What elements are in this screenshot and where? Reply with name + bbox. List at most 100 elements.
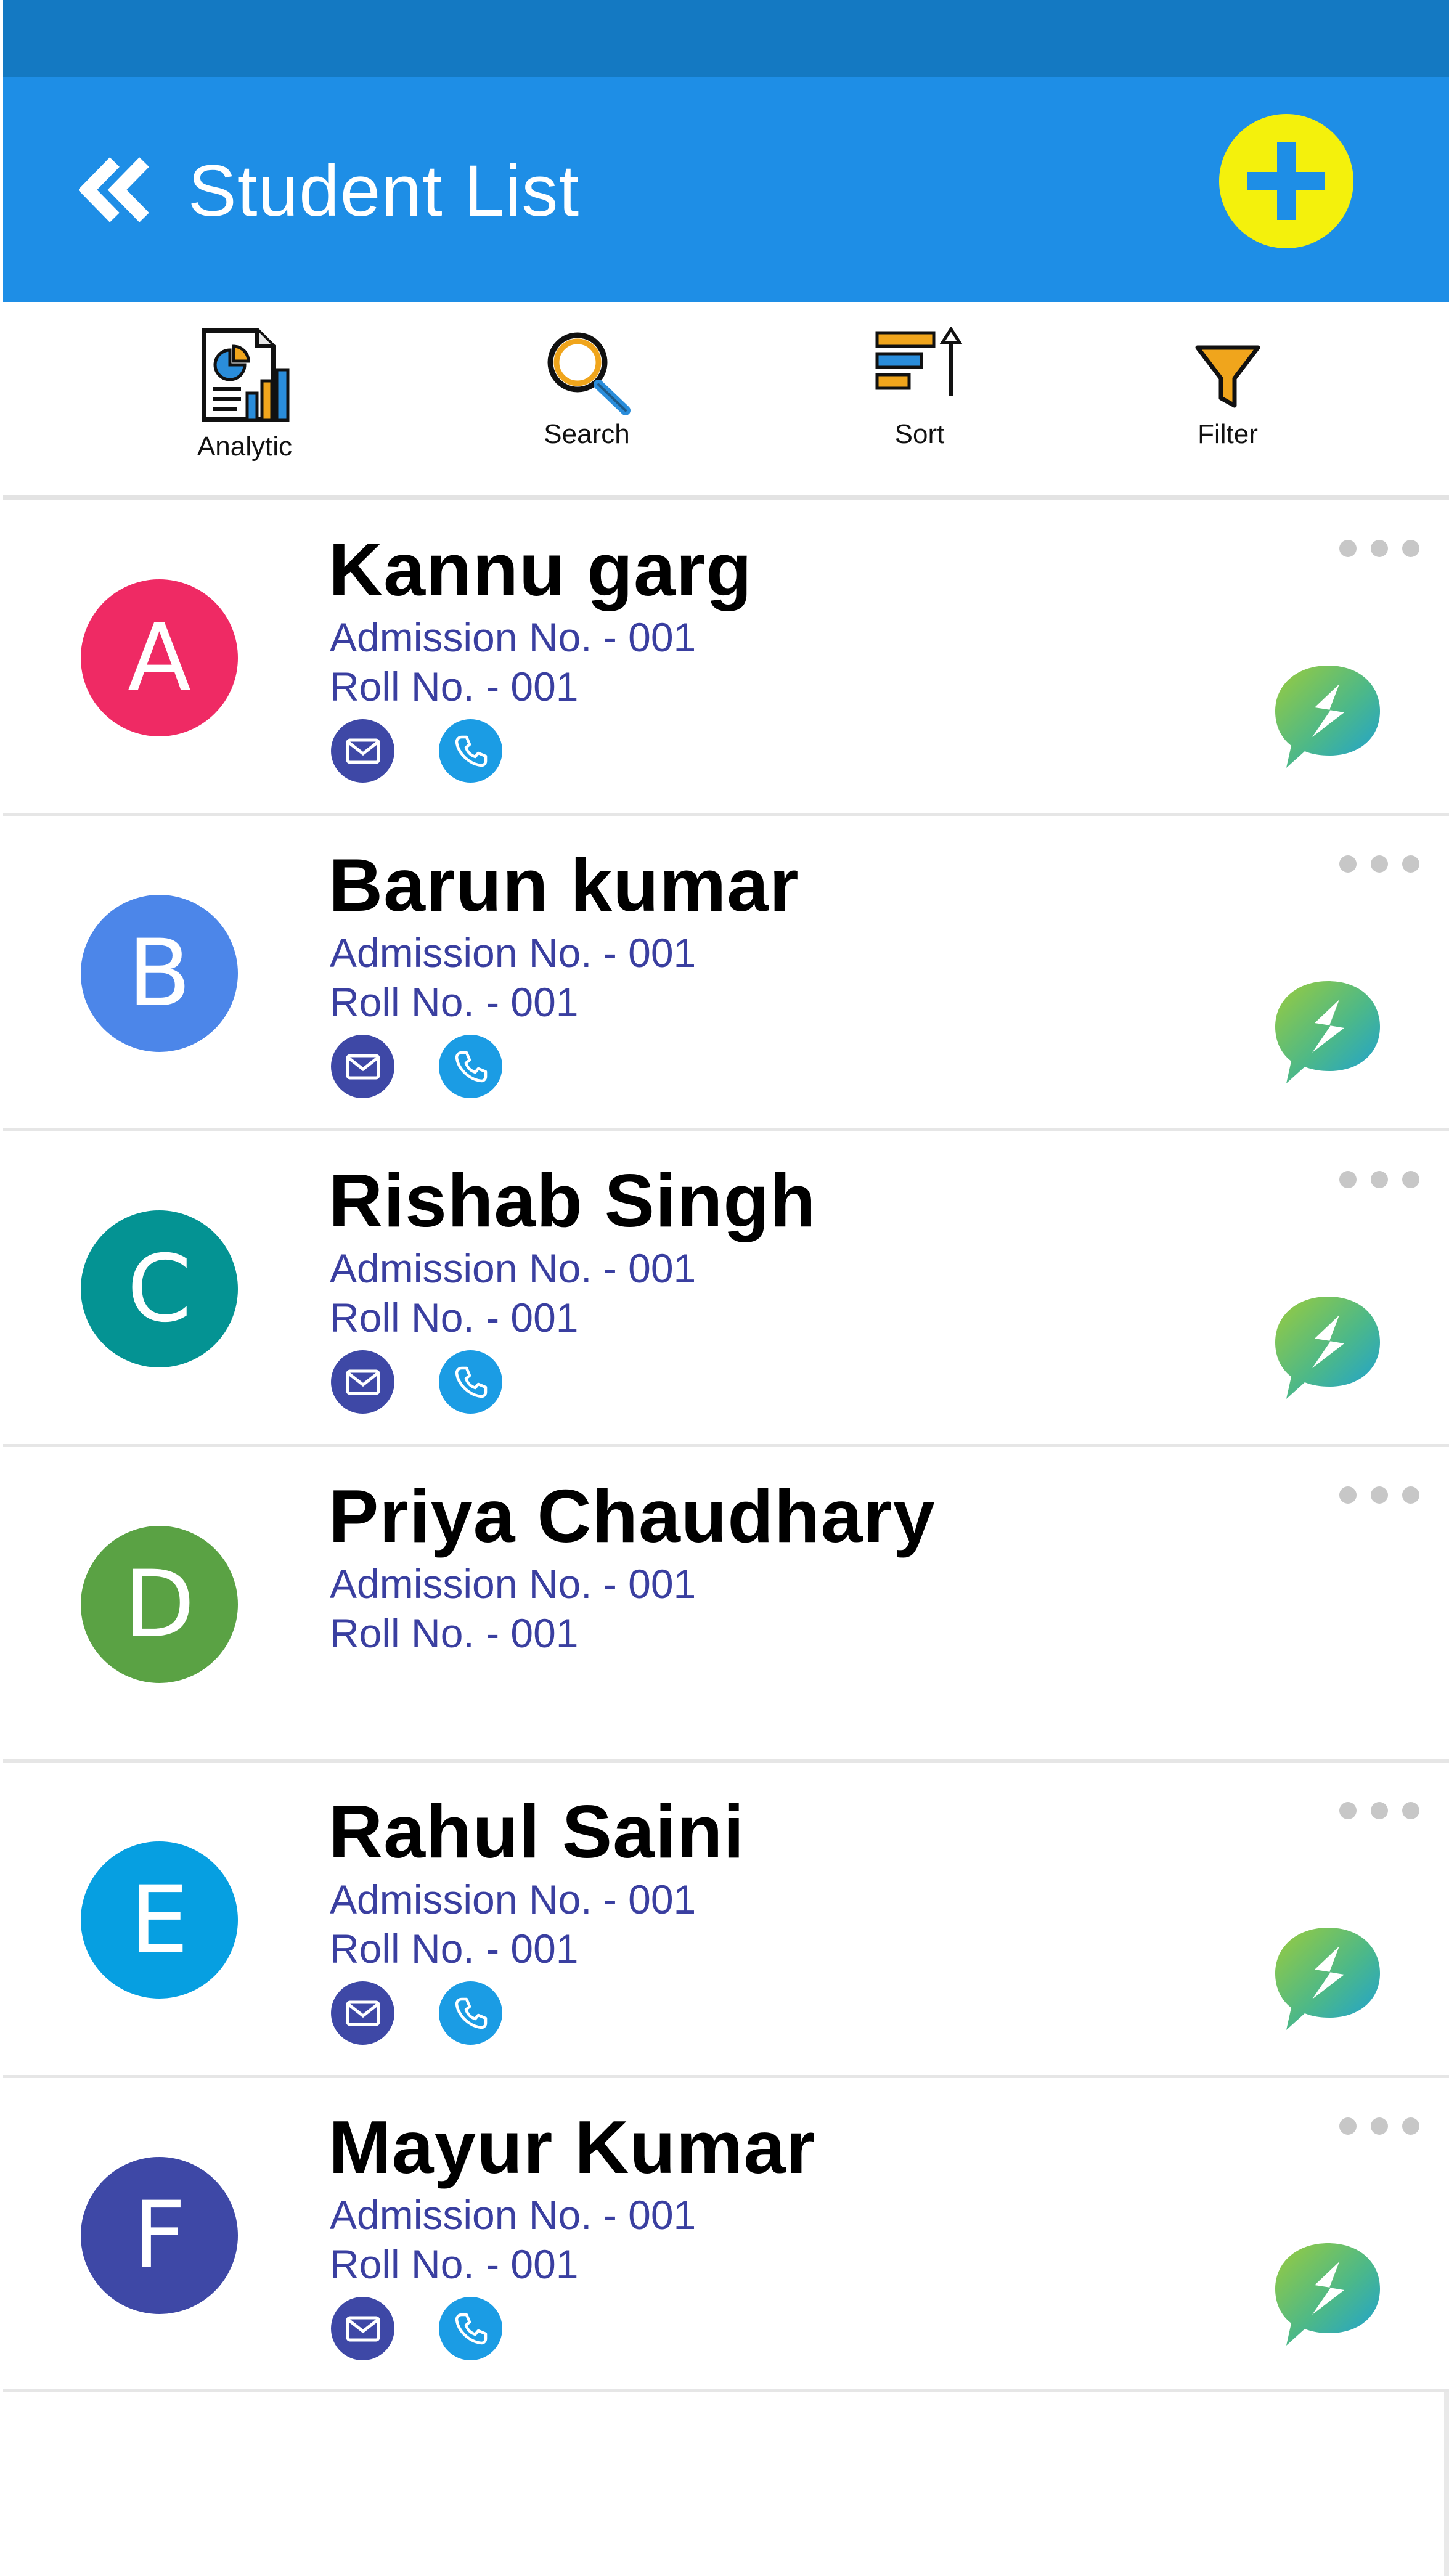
email-button[interactable] xyxy=(331,1035,394,1098)
more-options-button[interactable] xyxy=(1339,852,1419,876)
chat-bubble-icon xyxy=(1275,666,1380,768)
roll-number: Roll No. - 001 xyxy=(330,1610,579,1656)
call-button[interactable] xyxy=(439,719,502,783)
sort-bars-icon xyxy=(875,327,963,396)
avatar: B xyxy=(81,895,238,1052)
chat-button[interactable] xyxy=(1271,977,1386,1088)
student-row[interactable]: E Rahul Saini Admission No. - 001 Roll N… xyxy=(3,1763,1449,2078)
magnifier-icon xyxy=(547,332,631,415)
sort-button[interactable]: Sort xyxy=(821,302,1018,487)
phone-icon xyxy=(455,735,487,767)
chat-button[interactable] xyxy=(1271,662,1386,773)
admission-number: Admission No. - 001 xyxy=(330,2192,696,2238)
more-dots-icon xyxy=(1339,1486,1357,1504)
more-dots-icon xyxy=(1402,1802,1419,1819)
back-button[interactable] xyxy=(74,148,157,231)
student-name: Rahul Saini xyxy=(329,1790,745,1873)
email-button[interactable] xyxy=(331,1981,394,2045)
envelope-icon xyxy=(346,2000,380,2026)
more-options-button[interactable] xyxy=(1339,2114,1419,2138)
more-dots-icon xyxy=(1339,1171,1357,1188)
envelope-icon xyxy=(346,738,380,764)
student-row[interactable]: A Kannu garg Admission No. - 001 Roll No… xyxy=(3,500,1449,816)
more-options-button[interactable] xyxy=(1339,536,1419,561)
analytic-label: Analytic xyxy=(197,431,293,462)
funnel-icon xyxy=(1195,345,1260,408)
analytic-button[interactable]: Analytic xyxy=(146,302,343,487)
more-options-button[interactable] xyxy=(1339,1483,1419,1507)
chat-bubble-icon xyxy=(1275,981,1380,1083)
avatar-initial: D xyxy=(123,1551,195,1658)
more-dots-icon xyxy=(1371,2117,1388,2135)
student-name: Mayur Kumar xyxy=(329,2105,816,2189)
chat-button[interactable] xyxy=(1271,2240,1386,2350)
admission-number: Admission No. - 001 xyxy=(330,1561,696,1607)
avatar-initial: F xyxy=(133,2182,186,2289)
more-dots-icon xyxy=(1339,540,1357,557)
plus-icon xyxy=(1247,142,1325,220)
admission-number: Admission No. - 001 xyxy=(330,1245,696,1291)
envelope-icon xyxy=(346,1054,380,1079)
avatar: F xyxy=(81,2157,238,2314)
avatar: E xyxy=(81,1841,238,1999)
page-title: Student List xyxy=(188,150,580,232)
double-chevron-left-icon xyxy=(78,157,149,222)
avatar: D xyxy=(81,1526,238,1683)
email-button[interactable] xyxy=(331,2297,394,2360)
envelope-icon xyxy=(346,1369,380,1395)
more-dots-icon xyxy=(1402,1486,1419,1504)
admission-number: Admission No. - 001 xyxy=(330,614,696,660)
more-dots-icon xyxy=(1339,855,1357,873)
admission-number: Admission No. - 001 xyxy=(330,930,696,976)
toolbar: Analytic Search Sort Filter xyxy=(3,302,1449,500)
filter-button[interactable]: Filter xyxy=(1129,302,1326,487)
roll-number: Roll No. - 001 xyxy=(330,1295,579,1340)
student-row[interactable]: B Barun kumar Admission No. - 001 Roll N… xyxy=(3,816,1449,1131)
avatar-initial: C xyxy=(127,1235,192,1343)
roll-number: Roll No. - 001 xyxy=(330,979,579,1025)
sort-label: Sort xyxy=(894,419,945,449)
chat-bubble-icon xyxy=(1275,1928,1380,2030)
student-row[interactable]: C Rishab Singh Admission No. - 001 Roll … xyxy=(3,1131,1449,1447)
more-dots-icon xyxy=(1339,1802,1357,1819)
email-button[interactable] xyxy=(331,1350,394,1414)
analytics-report-icon xyxy=(202,328,290,422)
call-button[interactable] xyxy=(439,2297,502,2360)
student-row[interactable]: D Priya Chaudhary Admission No. - 001 Ro… xyxy=(3,1447,1449,1763)
call-button[interactable] xyxy=(439,1035,502,1098)
more-options-button[interactable] xyxy=(1339,1167,1419,1192)
avatar-initial: B xyxy=(128,919,191,1027)
call-button[interactable] xyxy=(439,1350,502,1414)
more-dots-icon xyxy=(1371,1171,1388,1188)
admission-number: Admission No. - 001 xyxy=(330,1877,696,1922)
call-button[interactable] xyxy=(439,1981,502,2045)
phone-icon xyxy=(455,1051,487,1082)
add-student-button[interactable] xyxy=(1219,114,1353,248)
more-dots-icon xyxy=(1402,2117,1419,2135)
email-button[interactable] xyxy=(331,719,394,783)
avatar-initial: E xyxy=(130,1866,189,1974)
student-name: Barun kumar xyxy=(329,843,799,927)
avatar-initial: A xyxy=(128,604,191,712)
more-options-button[interactable] xyxy=(1339,1798,1419,1823)
student-name: Rishab Singh xyxy=(329,1159,817,1242)
phone-icon xyxy=(455,1997,487,2029)
roll-number: Roll No. - 001 xyxy=(330,2241,579,2287)
student-name: Kannu garg xyxy=(329,528,753,611)
more-dots-icon xyxy=(1371,1802,1388,1819)
more-dots-icon xyxy=(1402,855,1419,873)
chat-button[interactable] xyxy=(1271,1924,1386,2035)
avatar: A xyxy=(81,579,238,736)
phone-icon xyxy=(455,2313,487,2344)
more-dots-icon xyxy=(1371,1486,1388,1504)
search-button[interactable]: Search xyxy=(488,302,685,487)
student-name: Priya Chaudhary xyxy=(329,1474,936,1558)
chat-bubble-icon xyxy=(1275,1297,1380,1399)
roll-number: Roll No. - 001 xyxy=(330,1926,579,1971)
chat-button[interactable] xyxy=(1271,1293,1386,1404)
status-bar xyxy=(3,0,1449,77)
chat-bubble-icon xyxy=(1275,2243,1380,2346)
phone-icon xyxy=(455,1366,487,1398)
search-label: Search xyxy=(544,419,630,449)
student-row[interactable]: F Mayur Kumar Admission No. - 001 Roll N… xyxy=(3,2078,1449,2392)
